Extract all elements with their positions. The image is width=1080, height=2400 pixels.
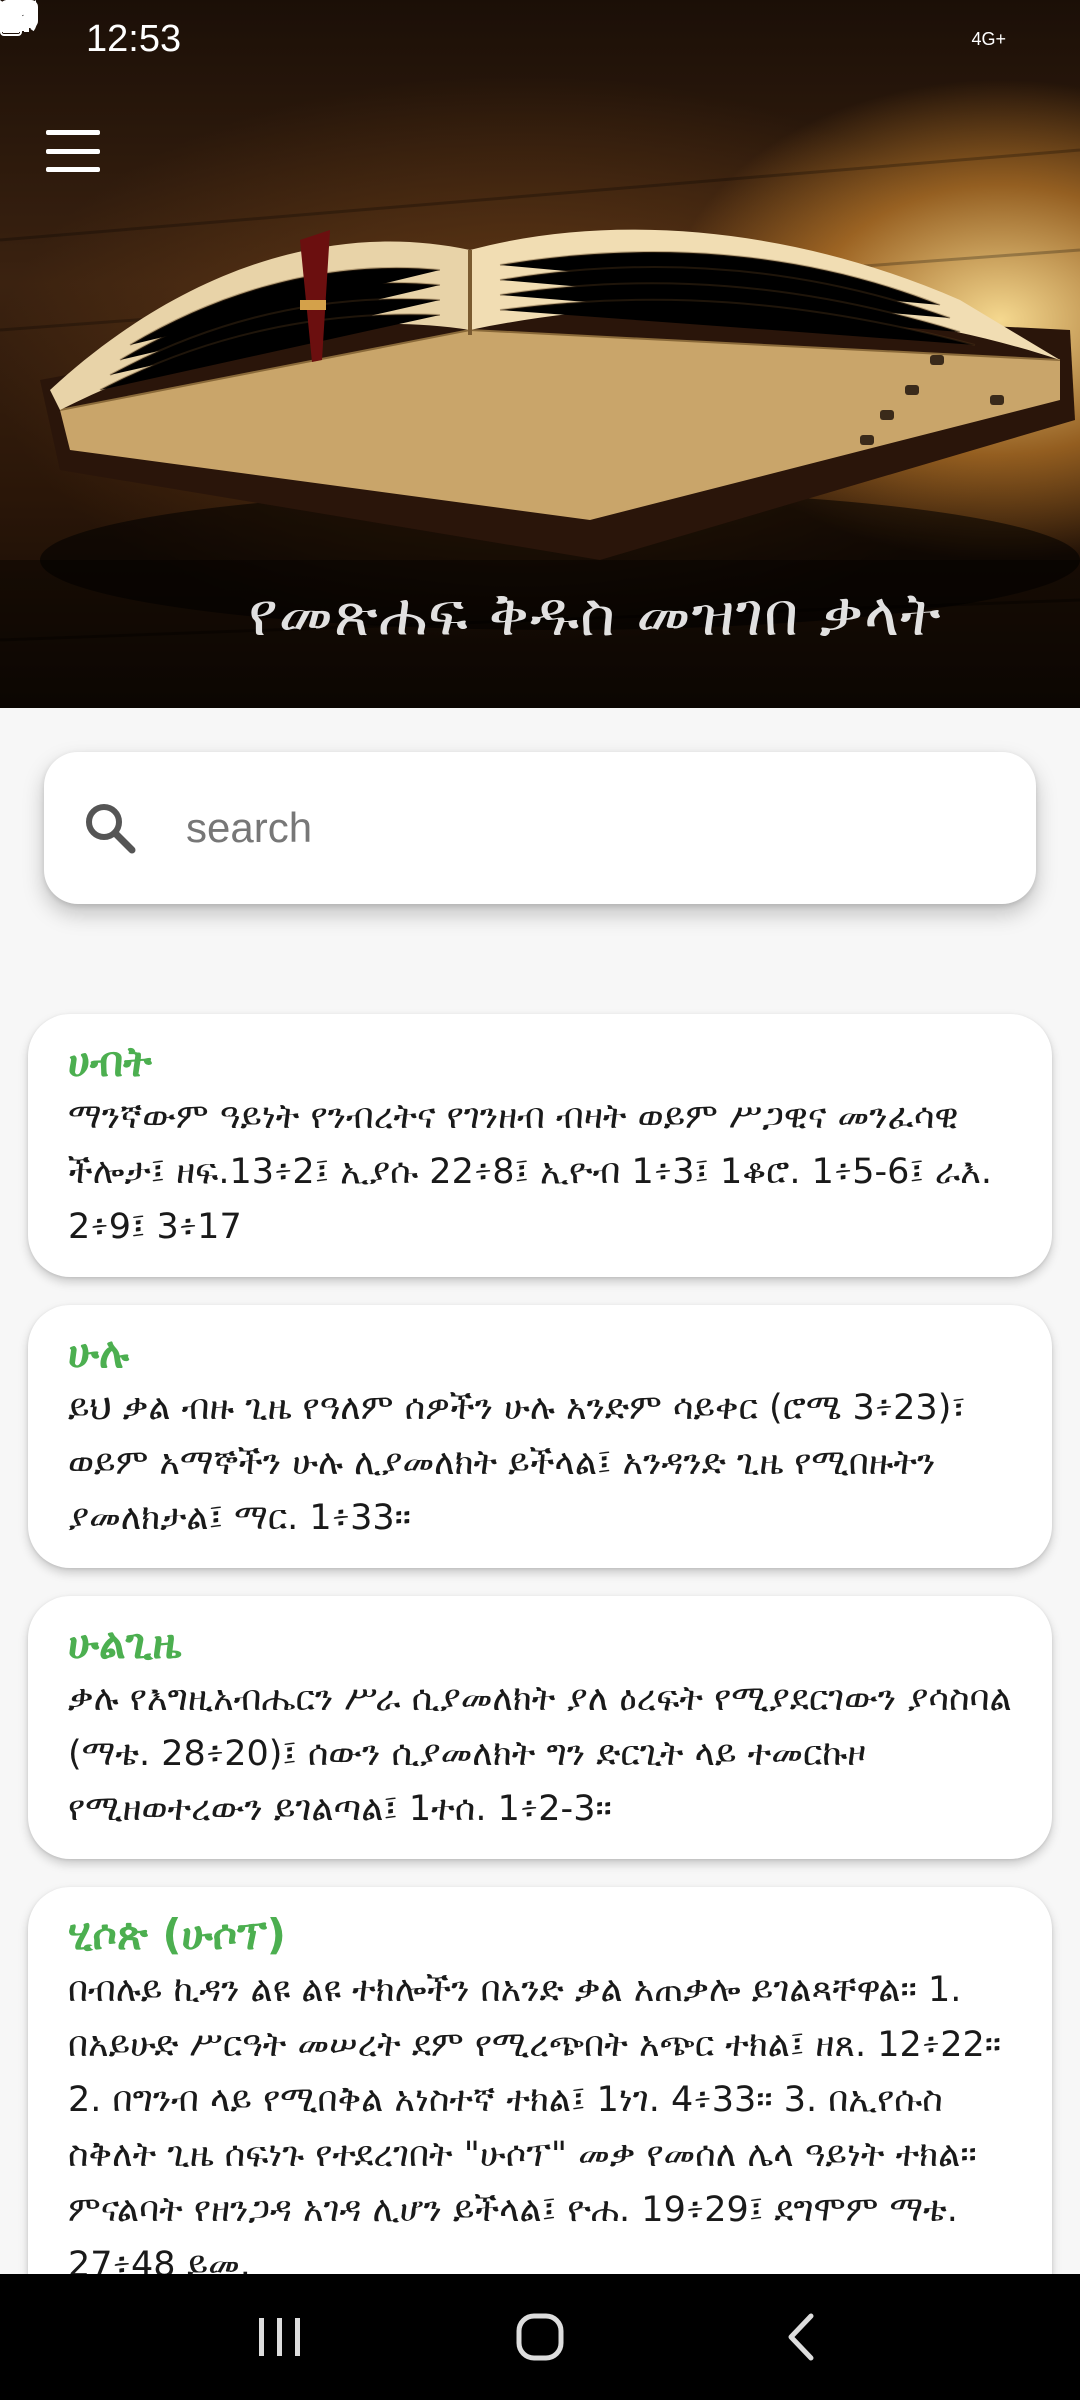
word-list: ሀብት ማንኛውም ዓይነት የንብረትና የገንዘብ ብዛት ወይም ሥጋዊና… — [28, 1014, 1052, 2343]
entry-word: ሂሶጵ (ሁሶፕ) — [68, 1910, 286, 1959]
search-bar[interactable] — [44, 752, 1036, 904]
search-input[interactable] — [186, 804, 946, 852]
entry-word: ሁልጊዜ — [68, 1619, 182, 1668]
list-item[interactable]: ሁሉ ይህ ቃል ብዙ ጊዜ የዓለም ሰዎችን ሁሉ አንድም ሳይቀር (ሮ… — [28, 1305, 1052, 1568]
entry-definition: ይህ ቃል ብዙ ጊዜ የዓለም ሰዎችን ሁሉ አንድም ሳይቀር (ሮሜ 3… — [68, 1388, 966, 1538]
list-item[interactable]: ሂሶጵ (ሁሶፕ) በብሉይ ኪዳን ልዩ ልዩ ተክሎችን በአንድ ቃል አ… — [28, 1887, 1052, 2315]
status-time: 12:53 — [86, 17, 182, 60]
hamburger-menu-icon[interactable] — [46, 130, 100, 172]
page-title: የመጽሐፍ ቅዱስ መዝገበ ቃላት — [248, 580, 942, 650]
search-icon[interactable] — [80, 798, 140, 858]
header-banner: 12:53 4G+ የመጽሐፍ ቅዱስ መዝገበ ቃላት — [0, 0, 1080, 708]
entry-word: ሁሉ — [68, 1328, 130, 1377]
4g-icon: 4G+ — [971, 28, 1006, 49]
entry-word: ሀብት — [68, 1037, 152, 1086]
entry-definition: በብሉይ ኪዳን ልዩ ልዩ ተክሎችን በአንድ ቃል አጠቃሎ ይገልጻቸዋ… — [68, 1970, 1002, 2285]
entry-definition: ማንኛውም ዓይነት የንብረትና የገንዘብ ብዛት ወይም ሥጋዊና መንፈ… — [68, 1097, 993, 1247]
app-screen: 12:53 4G+ የመጽሐፍ ቅዱስ መዝገበ ቃላት search ሀብት … — [0, 0, 1080, 2400]
entry-definition: ቃሉ የእግዚአብሔርን ሥራ ሲያመለክት ያለ ዕረፍት የሚያደርገውን … — [68, 1679, 1012, 1829]
system-nav-bar — [0, 2274, 1080, 2400]
list-item[interactable]: ሁልጊዜ ቃሉ የእግዚአብሔርን ሥራ ሲያመለክት ያለ ዕረፍት የሚያደ… — [28, 1596, 1052, 1859]
status-bar: 12:53 4G+ — [0, 0, 1080, 78]
list-item[interactable]: ሀብት ማንኛውም ዓይነት የንብረትና የገንዘብ ብዛት ወይም ሥጋዊና… — [28, 1014, 1052, 1277]
recent-apps-icon[interactable] — [235, 2292, 325, 2382]
home-icon[interactable] — [495, 2292, 585, 2382]
back-icon[interactable] — [755, 2292, 845, 2382]
